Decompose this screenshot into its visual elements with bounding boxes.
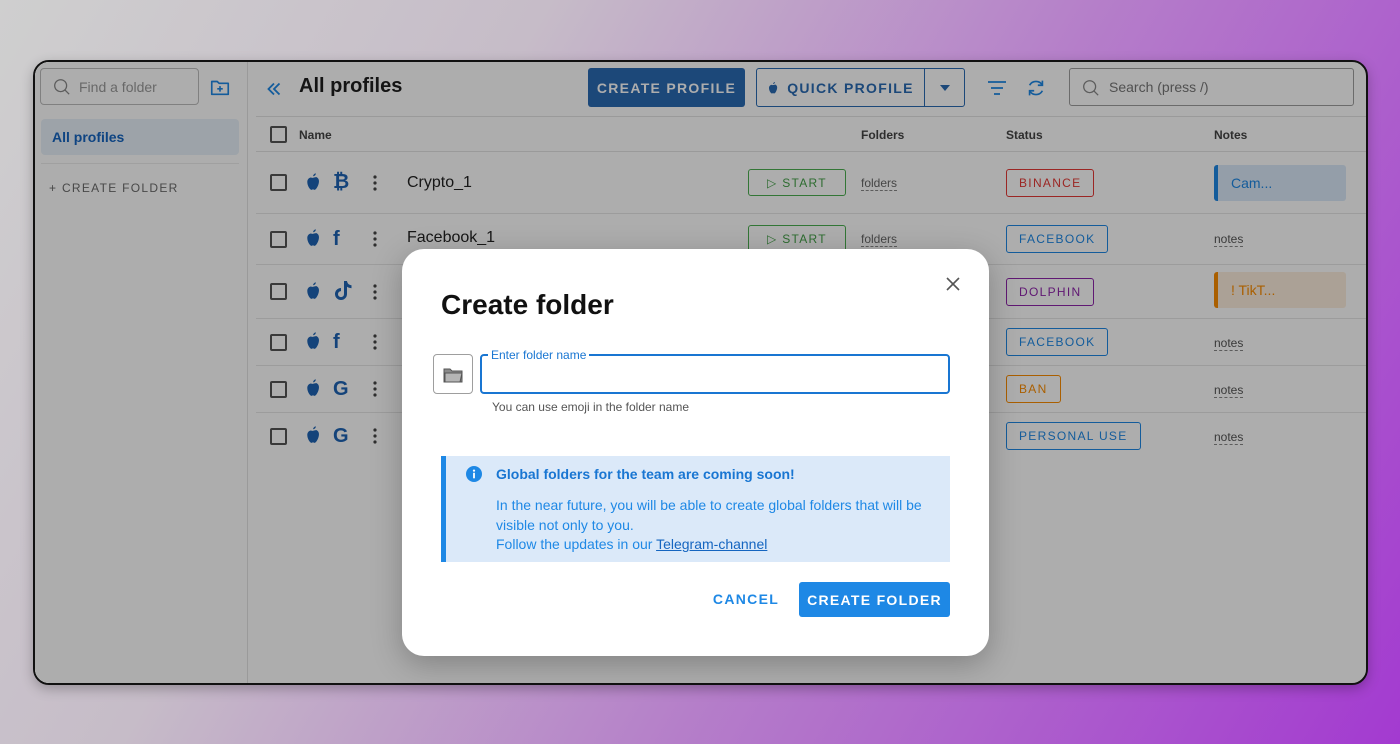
info-alert: Global folders for the team are coming s… [441,456,950,562]
close-icon[interactable] [945,276,961,292]
create-folder-button[interactable]: CREATE FOLDER [799,582,950,617]
info-text: In the near future, you will be able to … [496,497,922,533]
dialog-title: Create folder [441,289,614,320]
emoji-picker-button[interactable] [433,354,473,394]
helper-text: You can use emoji in the folder name [492,400,690,414]
folder-name-label: Enter folder name [488,348,590,362]
cancel-button[interactable]: CANCEL [702,584,790,614]
info-follow-text: Follow the updates in our [496,536,657,552]
create-folder-dialog: Create folder Enter folder name You can … [402,249,989,656]
info-icon [466,466,482,482]
info-body: In the near future, you will be able to … [496,496,936,555]
folder-emoji-icon [443,368,463,383]
info-title: Global folders for the team are coming s… [496,466,795,482]
telegram-channel-link[interactable]: Telegram-channel [656,536,767,552]
